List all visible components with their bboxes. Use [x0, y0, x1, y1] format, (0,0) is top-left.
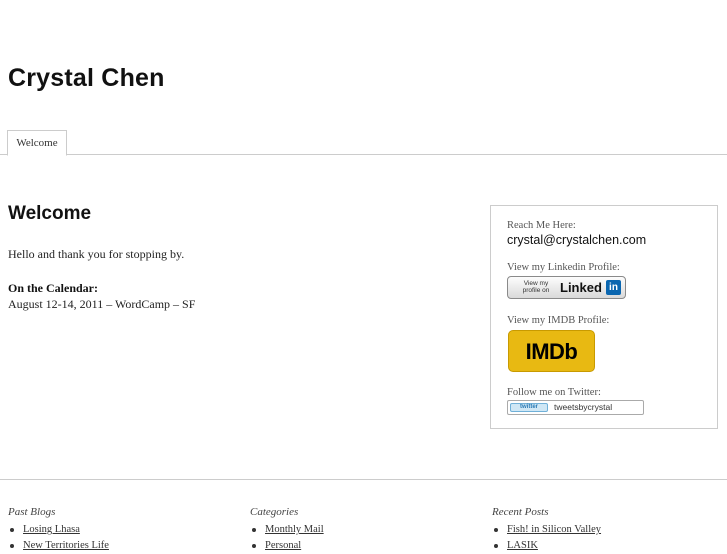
footer-divider [0, 479, 727, 480]
footer-categories: Categories Monthly Mail Personal [250, 506, 324, 554]
footer-link[interactable]: Monthly Mail [265, 524, 324, 535]
footer-heading: Categories [250, 506, 299, 518]
footer-past-blogs: Past Blogs Losing Lhasa New Territories … [8, 506, 109, 554]
linkedin-small-text: View my profile on [522, 280, 550, 294]
list-item: Monthly Mail [250, 522, 324, 538]
list-item: Fish! in Silicon Valley [492, 522, 601, 538]
list-item: Losing Lhasa [8, 522, 109, 538]
calendar-label: On the Calendar: [8, 281, 98, 295]
linkedin-in-icon: in [606, 280, 621, 295]
contact-widget: Reach Me Here: crystal@crystalchen.com V… [490, 205, 718, 429]
footer-link[interactable]: Personal [265, 540, 301, 551]
footer-link[interactable]: Fish! in Silicon Valley [507, 524, 601, 535]
imdb-logo-icon[interactable]: IMDb [508, 330, 595, 372]
footer-link[interactable]: Losing Lhasa [23, 524, 80, 535]
footer-heading: Past Blogs [8, 506, 56, 518]
twitter-handle: tweetsbycrystal [554, 402, 613, 412]
footer-recent-posts: Recent Posts Fish! in Silicon Valley LAS… [492, 506, 601, 554]
reach-label: Reach Me Here: [507, 220, 576, 231]
page-title: Welcome [8, 203, 92, 224]
footer-link[interactable]: New Territories Life [23, 540, 109, 551]
tab-bar-rule [0, 154, 727, 155]
tab-welcome[interactable]: Welcome [7, 130, 67, 156]
linkedin-wordmark: Linked [560, 280, 602, 295]
twitter-logo-icon: twitter [510, 403, 548, 412]
list-item: Personal [250, 538, 324, 554]
email-text: crystal@crystalchen.com [507, 233, 647, 247]
site-title[interactable]: Crystal Chen [8, 64, 165, 93]
intro-text: Hello and thank you for stopping by. [8, 247, 185, 261]
linkedin-label: View my Linkedin Profile: [507, 262, 620, 273]
list-item: New Territories Life [8, 538, 109, 554]
twitter-follow-button[interactable]: twitter tweetsbycrystal [507, 400, 644, 415]
calendar-item: August 12-14, 2011 – WordCamp – SF [8, 297, 196, 311]
linkedin-profile-button[interactable]: View my profile on Linked in [507, 276, 626, 299]
list-item: LASIK [492, 538, 601, 554]
footer-link[interactable]: LASIK [507, 540, 538, 551]
twitter-label: Follow me on Twitter: [507, 387, 601, 398]
footer-heading: Recent Posts [492, 506, 549, 518]
imdb-label: View my IMDB Profile: [507, 315, 610, 326]
